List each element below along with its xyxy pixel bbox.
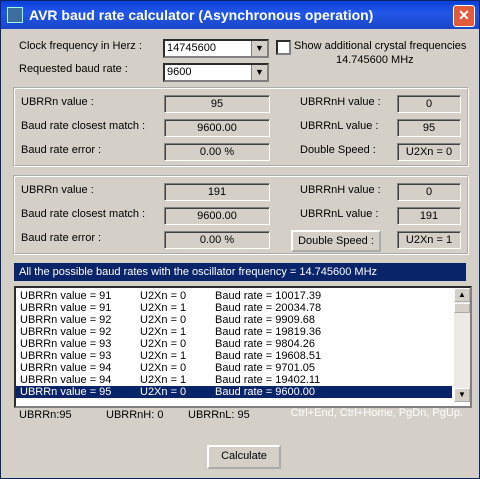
close-button[interactable]: ✕ [453,5,475,27]
title-bar[interactable]: AVR baud rate calculator (Asynchronous o… [1,1,479,29]
show-crystal-label[interactable]: Show additional crystal frequencies [294,40,466,52]
list-baud-text: Baud rate = 10017.39 [215,290,322,302]
list-ubrr-text: UBRRn value = 93 [20,350,112,362]
scroll-up-icon[interactable]: ▲ [454,288,470,302]
closest-label: Baud rate closest match : [21,208,146,220]
keyboard-hint: Ctrl+End, Ctrl+Home, PgDn, PgUp. [290,407,463,419]
ubrrl-value: 191 [397,207,461,225]
list-item[interactable]: UBRRn value = 95 U2Xn = 0 Baud rate = 9600… [16,386,452,398]
error-value: 0.00 % [164,143,270,161]
list-ubrr-text: UBRRn value = 95 [20,386,112,398]
list-baud-text: Baud rate = 20034.78 [215,302,322,314]
list-baud-text: Baud rate = 9804.26 [215,338,315,350]
baud-rate-select[interactable]: 9600 ▼ [163,63,269,82]
list-ubrr-text: UBRRn value = 91 [20,302,112,314]
list-u2x-text: U2Xn = 1 [140,326,187,338]
ubrrh-label: UBRRnH value : [300,96,381,108]
clock-frequency-select[interactable]: 14745600 ▼ [163,39,269,58]
ubrr-value: 191 [164,183,270,201]
status-ubrr: UBRRn:95 [19,409,72,421]
ubrrh-value: 0 [397,183,461,201]
ubrrl-value: 95 [397,119,461,137]
list-u2x-text: U2Xn = 0 [140,338,187,350]
clock-label: Clock frequency in Herz : [19,40,142,52]
app-window: AVR baud rate calculator (Asynchronous o… [0,0,480,479]
scroll-thumb[interactable] [454,303,470,313]
ubrrh-label: UBRRnH value : [300,184,381,196]
closest-label: Baud rate closest match : [21,120,146,132]
list-header: All the possible baud rates with the osc… [14,263,466,281]
list-baud-text: Baud rate = 19819.36 [215,326,322,338]
list-u2x-text: U2Xn = 1 [140,374,187,386]
calculate-button[interactable]: Calculate [207,445,281,469]
list-baud-text: Baud rate = 9701.05 [215,362,315,374]
list-item[interactable]: UBRRn value = 91 U2Xn = 1 Baud rate = 2003… [16,302,452,314]
u2x-value: U2Xn = 0 [397,143,461,161]
ubrr-label: UBRRn value : [21,184,94,196]
list-item[interactable]: UBRRn value = 92 U2Xn = 1 Baud rate = 1981… [16,326,452,338]
baud-rate-list[interactable]: UBRRn value = 91 U2Xn = 0 Baud rate = 1001… [14,286,472,408]
status-ubrrl: UBRRnL: 95 [188,409,250,421]
list-ubrr-text: UBRRn value = 93 [20,338,112,350]
list-item[interactable]: UBRRn value = 94 U2Xn = 1 Baud rate = 1940… [16,374,452,386]
list-baud-text: Baud rate = 9600.00 [215,386,315,398]
list-u2x-text: U2Xn = 0 [140,362,187,374]
error-label: Baud rate error : [21,144,102,156]
u2x-value: U2Xn = 1 [397,231,461,249]
error-label: Baud rate error : [21,232,102,244]
scroll-down-icon[interactable]: ▼ [454,388,470,402]
list-ubrr-text: UBRRn value = 92 [20,326,112,338]
list-u2x-text: U2Xn = 0 [140,290,187,302]
list-ubrr-text: UBRRn value = 91 [20,290,112,302]
chevron-down-icon[interactable]: ▼ [251,41,267,56]
double-speed-label: Double Speed : [300,144,376,156]
show-crystal-checkbox[interactable] [276,40,291,55]
window-title: AVR baud rate calculator (Asynchronous o… [29,7,374,23]
list-item[interactable]: UBRRn value = 93 U2Xn = 0 Baud rate = 9804… [16,338,452,350]
list-item[interactable]: UBRRn value = 93 U2Xn = 1 Baud rate = 1960… [16,350,452,362]
baud-value: 9600 [167,66,192,78]
ubrrl-label: UBRRnL value : [300,208,379,220]
scrollbar[interactable]: ▲ ▼ [454,288,470,402]
clock-value: 14745600 [167,42,216,54]
list-baud-text: Baud rate = 9909.68 [215,314,315,326]
list-u2x-text: U2Xn = 0 [140,314,187,326]
chevron-down-icon[interactable]: ▼ [251,65,267,80]
list-u2x-text: U2Xn = 1 [140,350,187,362]
baud-label: Requested baud rate : [19,63,128,75]
ubrr-label: UBRRn value : [21,96,94,108]
double-speed-button[interactable]: Double Speed : [291,230,381,252]
app-icon [7,7,23,23]
ubrrl-label: UBRRnL value : [300,120,379,132]
list-u2x-text: U2Xn = 0 [140,386,187,398]
list-item[interactable]: UBRRn value = 94 U2Xn = 0 Baud rate = 9701… [16,362,452,374]
crystal-frequency-text: 14.745600 MHz [336,54,414,66]
list-ubrr-text: UBRRn value = 94 [20,362,112,374]
status-ubrrh: UBRRnH: 0 [106,409,164,421]
list-baud-text: Baud rate = 19402.11 [215,374,321,386]
list-ubrr-text: UBRRn value = 94 [20,374,112,386]
ubrrh-value: 0 [397,95,461,113]
closest-value: 9600.00 [164,119,270,137]
list-item[interactable]: UBRRn value = 92 U2Xn = 0 Baud rate = 9909… [16,314,452,326]
ubrr-value: 95 [164,95,270,113]
error-value: 0.00 % [164,231,270,249]
list-ubrr-text: UBRRn value = 92 [20,314,112,326]
closest-value: 9600.00 [164,207,270,225]
list-baud-text: Baud rate = 19608.51 [215,350,322,362]
list-u2x-text: U2Xn = 1 [140,302,187,314]
list-item[interactable]: UBRRn value = 91 U2Xn = 0 Baud rate = 1001… [16,290,452,302]
